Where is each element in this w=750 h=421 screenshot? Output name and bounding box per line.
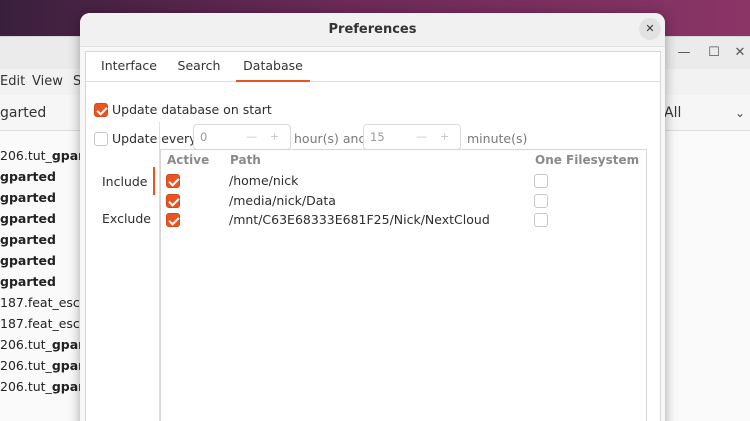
hours-value: 0 — [200, 130, 208, 144]
background-result-list: 206.tut_gpartegpartedgpartedgpartedgpart… — [0, 145, 90, 397]
row-active-checkbox[interactable] — [166, 194, 180, 208]
minimize-icon[interactable]: — — [674, 43, 694, 63]
column-header-active[interactable]: Active — [167, 153, 209, 167]
hours-spinbutton[interactable]: 0 — + — [193, 124, 291, 150]
minus-icon[interactable]: — — [246, 125, 257, 149]
list-item-name: gparted — [0, 169, 56, 184]
list-item-prefix: 206.tut_ — [0, 379, 52, 394]
tab-bar: Interface Search Database — [86, 52, 660, 82]
list-item[interactable]: 206.tut_gparte — [0, 355, 90, 376]
row-one-filesystem-checkbox[interactable] — [534, 213, 548, 227]
update-on-start-checkbox[interactable] — [94, 103, 108, 117]
minus-icon[interactable]: — — [416, 125, 427, 149]
list-item-prefix: 206.tut_ — [0, 148, 52, 163]
list-item-prefix: 206.tut_ — [0, 358, 52, 373]
list-item-name: gparted — [0, 190, 56, 205]
row-active-checkbox[interactable] — [166, 174, 180, 188]
list-item-prefix: 187.feat_escap — [0, 295, 90, 310]
tab-search[interactable]: Search — [171, 52, 227, 82]
list-item[interactable]: 206.tut_gparte — [0, 334, 90, 355]
update-on-start-label: Update database on start — [112, 102, 272, 117]
list-item[interactable]: gparted — [0, 271, 90, 292]
row-path: /home/nick — [229, 173, 299, 188]
side-tab-indicator — [153, 167, 155, 195]
preferences-content: Interface Search Database Update databas… — [85, 51, 661, 421]
row-one-filesystem-checkbox[interactable] — [534, 194, 548, 208]
filter-dropdown-value[interactable]: All — [664, 95, 681, 131]
hours-unit-label: hour(s) and — [294, 131, 367, 146]
row-path: /mnt/C63E68333E681F25/Nick/NextCloud — [229, 212, 490, 227]
menu-view[interactable]: View — [32, 69, 63, 95]
list-item-name: gparted — [0, 274, 56, 289]
preferences-dialog: Preferences ✕ Interface Search Database … — [80, 13, 665, 421]
list-item-prefix: 206.tut_ — [0, 337, 52, 352]
dialog-titlebar: Preferences ✕ — [80, 13, 665, 47]
tab-database[interactable]: Database — [236, 52, 310, 82]
directory-table: Active Path One Filesystem /home/nick /m… — [160, 149, 647, 421]
list-item[interactable]: 187.feat_escap — [0, 313, 90, 334]
row-one-filesystem-checkbox[interactable] — [534, 174, 548, 188]
list-item[interactable]: gparted — [0, 208, 90, 229]
close-icon: ✕ — [645, 22, 655, 35]
side-tab-include[interactable]: Include — [102, 174, 148, 189]
maximize-icon[interactable]: ☐ — [704, 43, 724, 63]
close-icon[interactable]: ✕ — [730, 43, 750, 63]
minutes-spinbutton[interactable]: 15 — + — [363, 124, 461, 150]
list-item[interactable]: gparted — [0, 187, 90, 208]
chevron-down-icon[interactable]: ⌄ — [735, 95, 745, 131]
row-active-checkbox[interactable] — [166, 213, 180, 227]
dialog-title: Preferences — [328, 22, 417, 37]
plus-icon[interactable]: + — [270, 125, 279, 149]
row-path: /media/nick/Data — [229, 193, 336, 208]
side-tab-exclude[interactable]: Exclude — [102, 211, 151, 226]
column-header-one-filesystem[interactable]: One Filesystem — [535, 153, 639, 167]
list-item[interactable]: gparted — [0, 250, 90, 271]
list-item[interactable]: 206.tut_gparte — [0, 376, 90, 397]
list-item[interactable]: gparted — [0, 229, 90, 250]
menu-edit[interactable]: Edit — [0, 69, 25, 95]
list-item-name: gparted — [0, 211, 56, 226]
column-header-path[interactable]: Path — [230, 153, 261, 167]
tab-interface[interactable]: Interface — [94, 52, 164, 82]
list-item-name: gparted — [0, 232, 56, 247]
list-item[interactable]: 206.tut_gparte — [0, 145, 90, 166]
close-button[interactable]: ✕ — [639, 18, 661, 40]
search-entry-text[interactable]: garted — [0, 95, 46, 131]
plus-icon[interactable]: + — [440, 125, 449, 149]
list-item[interactable]: gparted — [0, 166, 90, 187]
list-item-prefix: 187.feat_escap — [0, 316, 90, 331]
minutes-unit-label: minute(s) — [467, 131, 528, 146]
list-item-name: gparted — [0, 253, 56, 268]
include-exclude-sidebar: Include Exclude — [94, 122, 160, 421]
minutes-value: 15 — [370, 130, 385, 144]
list-item[interactable]: 187.feat_escap — [0, 292, 90, 313]
